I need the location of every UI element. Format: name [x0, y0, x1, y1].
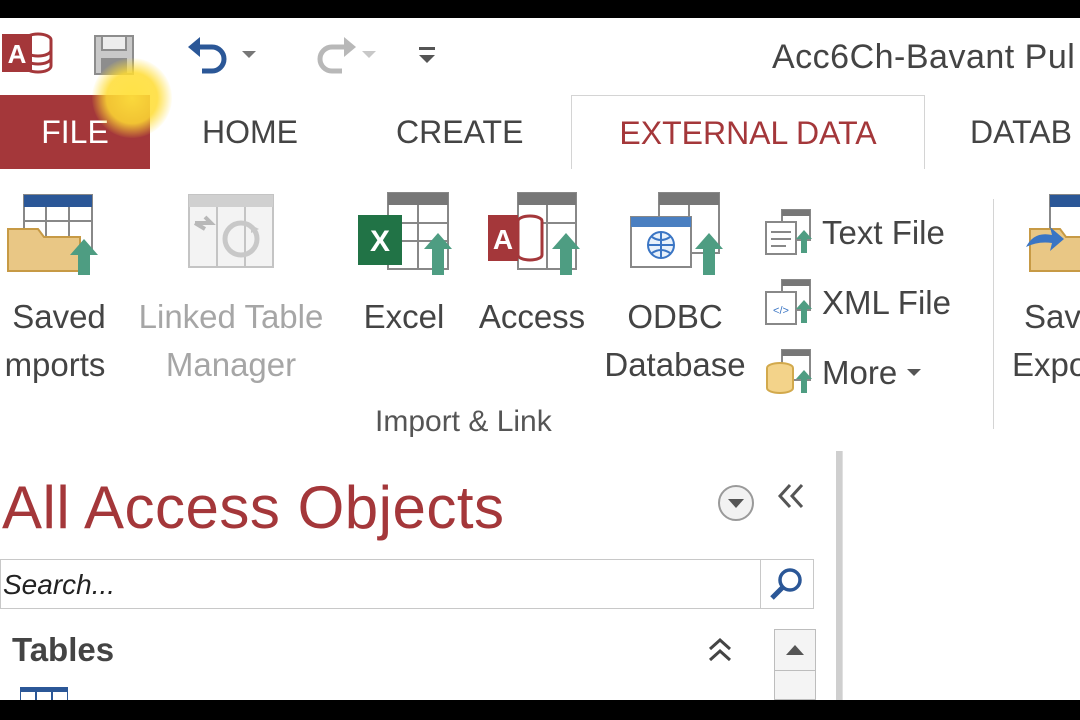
import-excel-button[interactable]: X Excel: [352, 189, 456, 341]
access-logo-icon[interactable]: A: [2, 30, 54, 76]
linked-table-manager-icon: [188, 194, 274, 268]
search-button[interactable]: [760, 560, 813, 608]
saved-exports-line2: Expo: [1012, 346, 1080, 383]
excel-icon: X: [358, 192, 452, 275]
ribbon-panel: Saved mports Linked Table Manager X Exce…: [0, 169, 1080, 452]
saved-imports-button[interactable]: Saved mports: [0, 189, 118, 389]
odbc-database-icon: [630, 192, 723, 275]
double-chevron-up-icon: [708, 637, 732, 662]
linked-table-manager-button: Linked Table Manager: [128, 189, 334, 389]
nav-pane-menu-button[interactable]: [716, 483, 756, 523]
text-file-icon: [765, 209, 812, 255]
saved-exports-button[interactable]: Save Expo: [1012, 189, 1080, 389]
group-separator: [993, 199, 994, 429]
chevron-down-icon: [907, 369, 922, 376]
undo-icon: [188, 37, 227, 74]
customize-qat-icon: [419, 47, 435, 63]
access-label: Access: [478, 298, 586, 335]
access-window: A Acc6Ch-Bavant Pul FILE HOME CREATE EXT…: [0, 18, 1080, 700]
xml-file-label: XML File: [822, 284, 951, 321]
cursor-highlight: [92, 58, 172, 138]
scroll-up-button[interactable]: [775, 630, 815, 671]
svg-text:</>: </>: [773, 305, 789, 317]
text-file-label: Text File: [822, 214, 945, 251]
saved-imports-icon: [7, 194, 98, 275]
tables-section-header[interactable]: Tables: [12, 631, 114, 669]
tab-create[interactable]: CREATE: [396, 95, 523, 169]
shutter-bar-close-button[interactable]: [776, 481, 806, 520]
import-link-group-label: Import & Link: [375, 405, 552, 438]
import-odbc-button[interactable]: ODBC Database: [600, 189, 750, 389]
customize-qat-button[interactable]: [414, 30, 440, 80]
saved-imports-line2: mports: [4, 346, 106, 383]
nav-pane-title[interactable]: All Access Objects: [2, 473, 505, 542]
chevron-down-circle-icon: [718, 485, 754, 521]
more-label: More: [822, 354, 898, 391]
redo-button: [296, 30, 386, 80]
redo-icon: [317, 37, 356, 74]
table-icon: [19, 686, 69, 700]
import-xml-file-button[interactable]: </> XML File: [764, 275, 951, 331]
linked-table-manager-line2: Manager: [165, 346, 297, 383]
tab-database-tools[interactable]: DATAB: [970, 95, 1072, 169]
nav-scrollbar[interactable]: [774, 629, 816, 700]
saved-exports-icon: [1026, 194, 1080, 272]
undo-button[interactable]: [176, 30, 266, 80]
svg-text:A: A: [8, 39, 27, 69]
chevron-down-icon: [362, 51, 376, 58]
odbc-line2: Database: [604, 346, 746, 383]
navigation-pane: All Access Objects Tables: [0, 451, 842, 700]
odbc-line1: ODBC: [627, 298, 723, 335]
svg-text:X: X: [370, 225, 390, 258]
collapse-section-button[interactable]: [706, 635, 734, 670]
search-box: [0, 559, 814, 610]
table-list-item[interactable]: [19, 686, 69, 700]
window-title: Acc6Ch-Bavant Pul: [772, 38, 1076, 76]
saved-exports-line1: Save: [1024, 298, 1080, 335]
more-formats-icon: [766, 349, 812, 394]
search-icon: [770, 568, 802, 600]
linked-table-manager-line1: Linked Table: [138, 298, 324, 335]
triangle-up-icon: [786, 645, 804, 655]
search-input[interactable]: [1, 560, 765, 610]
tab-home[interactable]: HOME: [202, 95, 298, 169]
tab-external-data[interactable]: EXTERNAL DATA: [571, 95, 925, 171]
access-db-icon: A: [488, 192, 580, 275]
xml-file-icon: </>: [765, 279, 812, 325]
chevron-down-icon: [242, 51, 256, 58]
document-workspace: [842, 451, 1080, 700]
double-chevron-left-icon: [777, 483, 804, 509]
excel-label: Excel: [363, 298, 445, 335]
import-access-button[interactable]: A Access: [474, 189, 590, 341]
import-text-file-button[interactable]: Text File: [764, 205, 945, 261]
import-more-button[interactable]: More: [764, 345, 931, 401]
saved-imports-line1: Saved: [12, 298, 106, 335]
svg-text:A: A: [493, 224, 513, 255]
